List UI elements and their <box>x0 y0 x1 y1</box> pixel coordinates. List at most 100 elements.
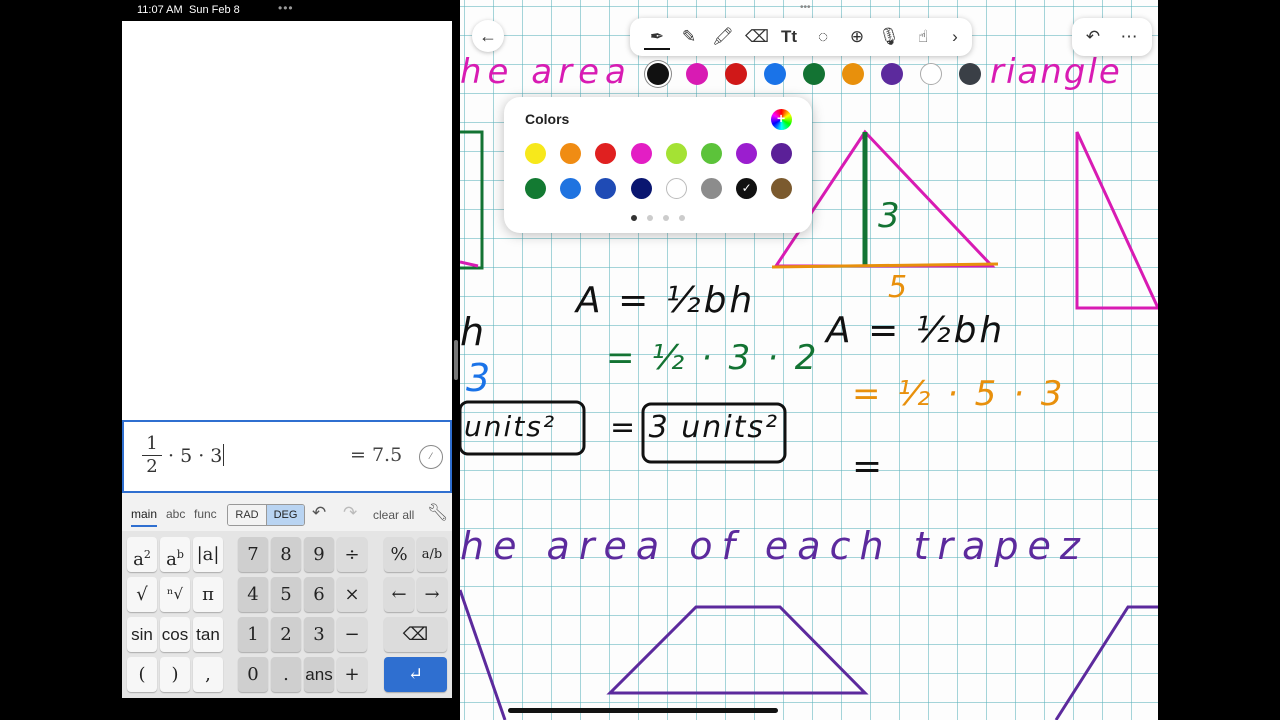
palette-color-swatch[interactable]: ✓ <box>736 178 758 199</box>
key-plus[interactable]: + <box>337 657 367 692</box>
undo-icon[interactable]: ↶ <box>312 503 326 523</box>
quick-color-swatch[interactable] <box>647 63 669 85</box>
palette-color-swatch[interactable] <box>595 143 617 164</box>
key-square[interactable]: a2 <box>127 537 157 572</box>
angle-mode-toggle: RAD DEG <box>227 504 305 526</box>
key-3[interactable]: 3 <box>304 617 334 652</box>
key-8[interactable]: 8 <box>271 537 301 572</box>
highlighter-icon[interactable]: 🖍︎ <box>710 24 736 50</box>
palette-color-swatch[interactable] <box>630 178 652 199</box>
back-arrow-icon[interactable]: ← <box>472 20 504 52</box>
key-fraction[interactable]: a/b <box>417 537 447 572</box>
redo-icon[interactable]: ↷ <box>343 503 357 523</box>
add-icon[interactable]: ⊕ <box>844 24 870 50</box>
palette-color-swatch[interactable] <box>771 178 793 199</box>
right-triangle <box>1075 131 1158 310</box>
eraser-icon[interactable]: ⌫ <box>744 24 770 50</box>
key-power[interactable]: ab <box>160 537 190 572</box>
expression-input[interactable]: 1 2 · 5 · 3 = 7.5 ⁄ <box>122 420 452 493</box>
finger-draw-icon[interactable]: ☝︎ <box>910 24 936 50</box>
palette-color-swatch[interactable] <box>736 143 758 164</box>
left-arrow-key[interactable]: ← <box>384 577 414 612</box>
palette-color-swatch[interactable] <box>701 143 722 164</box>
key-9[interactable]: 9 <box>304 537 334 572</box>
key-abs[interactable]: |a| <box>193 537 223 572</box>
page-indicator-dot[interactable] <box>647 215 653 221</box>
key-4[interactable]: 4 <box>238 577 268 612</box>
key-minus[interactable]: − <box>337 617 367 652</box>
wrench-icon[interactable]: 🔧︎ <box>427 503 449 523</box>
quick-color-swatch[interactable] <box>686 63 708 85</box>
palette-color-swatch[interactable] <box>630 143 652 164</box>
clear-all-button[interactable]: clear all <box>373 508 414 522</box>
tab-func[interactable]: func <box>194 507 217 521</box>
notes-canvas[interactable]: he area riangle he area of each trapez h… <box>460 0 1158 720</box>
deg-button[interactable]: DEG <box>266 505 304 525</box>
split-view-divider[interactable] <box>454 340 458 380</box>
palette-color-swatch[interactable] <box>595 178 617 199</box>
key-nthroot[interactable]: ⁿ√ <box>160 577 190 612</box>
page-indicator-dot[interactable] <box>631 215 637 221</box>
key-1[interactable]: 1 <box>238 617 268 652</box>
tab-main[interactable]: main <box>131 507 158 527</box>
fraction-toggle-icon[interactable]: ⁄ <box>419 445 443 469</box>
quick-color-swatch[interactable] <box>881 63 903 85</box>
quick-color-swatch[interactable] <box>764 63 786 85</box>
color-wheel-icon[interactable] <box>771 109 792 130</box>
key-6[interactable]: 6 <box>304 577 334 612</box>
key-tan[interactable]: tan <box>193 617 223 652</box>
key-times[interactable]: × <box>337 577 367 612</box>
key-percent[interactable]: % <box>384 537 414 572</box>
key-0[interactable]: 0 <box>238 657 268 692</box>
palette-color-swatch[interactable] <box>665 143 687 164</box>
right-arrow-key[interactable]: → <box>417 577 447 612</box>
pen-icon[interactable]: ✒︎ <box>644 24 670 50</box>
page-indicator-dot[interactable] <box>679 215 685 221</box>
palette-color-swatch[interactable] <box>560 178 582 199</box>
key-cos[interactable]: cos <box>160 617 190 652</box>
key-divide[interactable]: ÷ <box>337 537 367 572</box>
key-ans[interactable]: ans <box>304 657 334 692</box>
mid-formula: A = ½bh <box>576 280 756 321</box>
page-indicator-dot[interactable] <box>663 215 669 221</box>
palette-color-swatch[interactable] <box>560 143 582 164</box>
key-decimal[interactable]: . <box>271 657 301 692</box>
fraction: 1 2 <box>142 434 162 477</box>
key-5[interactable]: 5 <box>271 577 301 612</box>
quick-color-swatch[interactable] <box>842 63 864 85</box>
lasso-icon[interactable]: ◌ <box>810 24 836 50</box>
enter-key[interactable]: ↵ <box>384 657 447 692</box>
palette-color-swatch[interactable] <box>701 178 722 199</box>
key-pi[interactable]: π <box>193 577 223 612</box>
quick-color-swatch[interactable] <box>959 63 981 85</box>
rad-button[interactable]: RAD <box>228 505 266 525</box>
tab-abc[interactable]: abc <box>166 507 185 521</box>
quick-color-swatch[interactable] <box>920 63 942 85</box>
key-right-paren[interactable]: ) <box>160 657 190 692</box>
key-2[interactable]: 2 <box>271 617 301 652</box>
pencil-icon[interactable]: ✎ <box>676 24 702 50</box>
window-grabber[interactable]: ••• <box>800 2 811 13</box>
history-controls: ↶ ⋯ <box>1072 18 1152 56</box>
backspace-key[interactable]: ⌫ <box>384 617 447 652</box>
key-sqrt[interactable]: √ <box>127 577 157 612</box>
mid-answer: = 3 units² <box>610 410 780 445</box>
key-comma[interactable]: , <box>193 657 223 692</box>
heading-top-right: riangle <box>990 52 1122 92</box>
multitask-dots[interactable]: ••• <box>278 1 294 15</box>
home-indicator[interactable] <box>508 708 778 713</box>
undo-icon[interactable]: ↶ <box>1080 24 1106 50</box>
quick-color-swatch[interactable] <box>725 63 747 85</box>
chevron-right-icon[interactable]: › <box>942 24 968 50</box>
palette-color-swatch[interactable] <box>525 143 546 164</box>
key-left-paren[interactable]: ( <box>127 657 157 692</box>
text-icon[interactable]: Tt <box>776 24 802 50</box>
microphone-icon[interactable]: 🎙︎ <box>876 24 902 50</box>
more-icon[interactable]: ⋯ <box>1116 24 1142 50</box>
palette-color-swatch[interactable] <box>665 178 687 199</box>
quick-color-swatch[interactable] <box>803 63 825 85</box>
palette-color-swatch[interactable] <box>771 143 793 164</box>
key-sin[interactable]: sin <box>127 617 157 652</box>
palette-color-swatch[interactable] <box>525 178 546 199</box>
key-7[interactable]: 7 <box>238 537 268 572</box>
